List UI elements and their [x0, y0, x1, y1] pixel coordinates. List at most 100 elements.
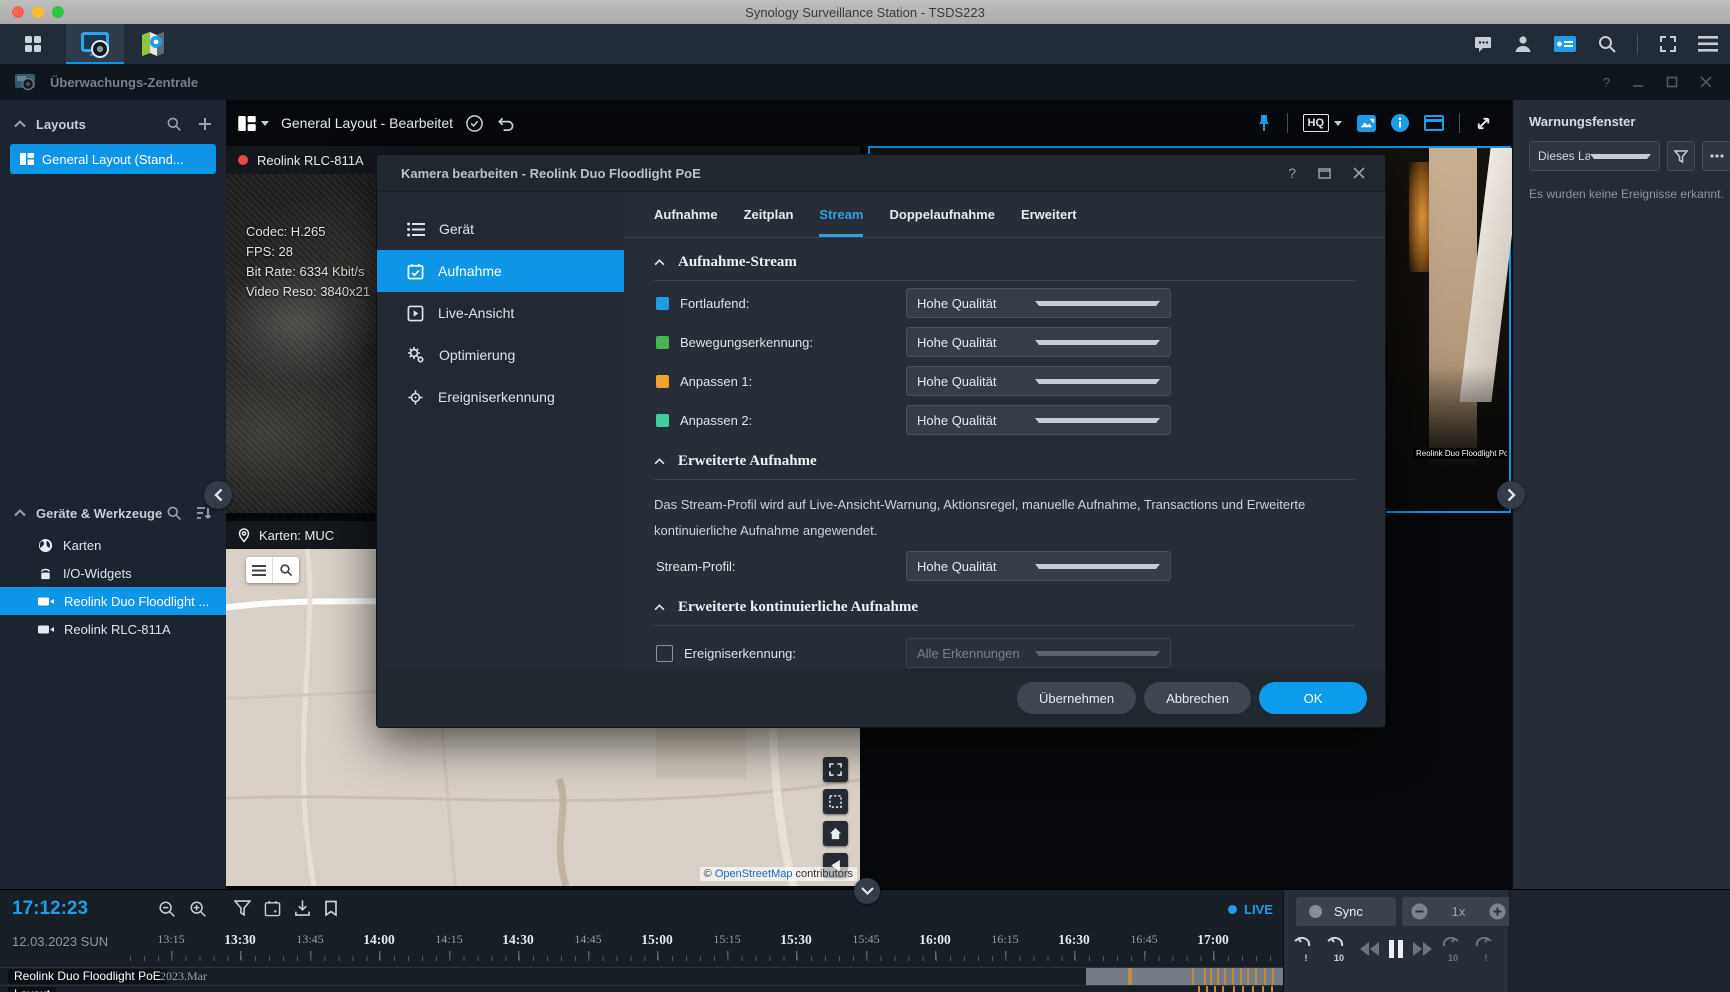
- quality-dropdown[interactable]: Hohe Qualität: [906, 366, 1171, 396]
- quality-dropdown[interactable]: Hohe Qualität: [906, 405, 1171, 435]
- quality-dropdown[interactable]: Hohe Qualität: [906, 288, 1171, 318]
- alert-scope-dropdown[interactable]: Dieses Layout: [1529, 141, 1660, 171]
- sidebar-item-reolink-duo[interactable]: Reolink Duo Floodlight ...: [0, 587, 226, 615]
- dialog-help-icon[interactable]: ?: [1288, 165, 1296, 181]
- tab-aufnahme[interactable]: Aufnahme: [654, 192, 718, 237]
- layouts-section-header[interactable]: Layouts: [0, 110, 226, 138]
- prev-event-button[interactable]: !: [1294, 936, 1318, 963]
- timeline-filter-icon[interactable]: [234, 900, 251, 918]
- hamburger-menu-icon[interactable]: [1698, 36, 1718, 52]
- tab-doppelaufnahme[interactable]: Doppelaufnahme: [889, 192, 994, 237]
- skip-back-10-button[interactable]: 10: [1327, 936, 1351, 963]
- speed-decrease-icon[interactable]: [1411, 903, 1428, 920]
- collapse-chevron-icon[interactable]: [14, 120, 26, 128]
- maps-app-tab[interactable]: [124, 24, 182, 64]
- alert-filter-button[interactable]: [1666, 141, 1696, 171]
- sync-label: Sync: [1334, 904, 1363, 919]
- dialog-menu-ereigniserkennung[interactable]: Ereigniserkennung: [377, 376, 624, 418]
- fullscreen-icon[interactable]: [1658, 34, 1678, 54]
- tab-erweitert[interactable]: Erweitert: [1021, 192, 1077, 237]
- help-icon[interactable]: ?: [1603, 75, 1610, 90]
- sidebar-item-io-widgets[interactable]: I/O-Widgets: [0, 559, 226, 587]
- save-layout-icon[interactable]: [465, 114, 484, 133]
- expand-alerts-chevron[interactable]: [1497, 481, 1525, 509]
- pause-button[interactable]: [1389, 940, 1403, 958]
- panel-layout-icon[interactable]: [1424, 115, 1444, 131]
- layout-picker-button[interactable]: [238, 115, 269, 131]
- timeline-zoom-out-icon[interactable]: [158, 900, 176, 918]
- collapse-sidebar-chevron[interactable]: [204, 481, 232, 509]
- dialog-menu-aufnahme[interactable]: Aufnahme: [377, 250, 624, 292]
- devices-section-header[interactable]: Geräte & Werkzeuge: [0, 499, 226, 527]
- apply-button[interactable]: Übernehmen: [1016, 682, 1137, 714]
- dialog-close-icon[interactable]: [1353, 167, 1365, 179]
- chevron-down-icon: [1034, 563, 1160, 569]
- search-icon[interactable]: [1597, 34, 1617, 54]
- dialog-menu-live-ansicht[interactable]: Live-Ansicht: [377, 292, 624, 334]
- devices-search-icon[interactable]: [166, 505, 182, 521]
- section-aufnahme-stream[interactable]: Aufnahme-Stream: [654, 254, 1355, 271]
- layouts-search-icon[interactable]: [166, 116, 182, 132]
- speed-increase-icon[interactable]: [1489, 903, 1506, 920]
- sidebar-item-general-layout[interactable]: General Layout (Stand...: [10, 144, 216, 174]
- info-icon[interactable]: [1391, 114, 1409, 132]
- map-select-region-button[interactable]: [823, 789, 848, 814]
- sync-toggle-button[interactable]: Sync: [1296, 897, 1396, 926]
- dialog-menu-geraet[interactable]: Gerät: [377, 208, 624, 250]
- skip-forward-10-button[interactable]: 10: [1441, 936, 1465, 963]
- minimize-icon[interactable]: [1632, 76, 1644, 88]
- layout-track[interactable]: Layout: [0, 985, 1283, 992]
- main-menu-button[interactable]: [0, 24, 66, 64]
- pin-icon[interactable]: [1256, 114, 1272, 132]
- ok-button[interactable]: OK: [1259, 682, 1367, 714]
- timeline-bookmark-icon[interactable]: [324, 900, 338, 918]
- collapse-chevron-icon[interactable]: [14, 509, 26, 517]
- user-icon[interactable]: [1513, 34, 1533, 54]
- notification-widget-icon[interactable]: [1553, 34, 1577, 54]
- section-erweiterte-aufnahme[interactable]: Erweiterte Aufnahme: [654, 453, 1355, 470]
- camera-track[interactable]: Reolink Duo Floodlight PoE 2023.Mar: [0, 967, 1283, 985]
- close-icon[interactable]: [1700, 76, 1712, 88]
- next-event-button[interactable]: !: [1474, 936, 1498, 963]
- map-fullscreen-button[interactable]: [823, 757, 848, 782]
- tab-zeitplan[interactable]: Zeitplan: [744, 192, 794, 237]
- dialog-maximize-icon[interactable]: [1318, 167, 1331, 179]
- undo-icon[interactable]: [496, 115, 515, 132]
- openstreetmap-link[interactable]: OpenStreetMap: [715, 868, 793, 880]
- collapse-timeline-chevron[interactable]: [854, 878, 880, 904]
- tab-stream[interactable]: Stream: [819, 192, 864, 237]
- maximize-icon[interactable]: [1666, 76, 1678, 88]
- chat-icon[interactable]: [1473, 34, 1493, 54]
- add-layout-icon[interactable]: [198, 117, 212, 131]
- map-layers-button[interactable]: [246, 557, 272, 583]
- snapshot-icon[interactable]: [1357, 114, 1376, 132]
- section-erweiterte-kontinuierliche-aufnahme[interactable]: Erweiterte kontinuierliche Aufnahme: [654, 599, 1355, 616]
- fast-forward-button[interactable]: [1412, 942, 1432, 956]
- dialog-titlebar[interactable]: Kamera bearbeiten - Reolink Duo Floodlig…: [377, 155, 1385, 192]
- rewind-button[interactable]: [1360, 942, 1380, 956]
- map-home-button[interactable]: [823, 821, 848, 846]
- timeline-zoom-in-icon[interactable]: [189, 900, 207, 918]
- event-detection-checkbox[interactable]: [656, 644, 673, 662]
- timeline-download-icon[interactable]: [294, 900, 311, 918]
- stream-color-swatch: [656, 296, 669, 310]
- sort-icon[interactable]: [196, 506, 212, 520]
- sidebar-item-karten[interactable]: Karten: [0, 531, 226, 559]
- recording-segment[interactable]: [1086, 968, 1283, 985]
- recording-segment[interactable]: [1086, 986, 1283, 992]
- stream-row-label: Anpassen 1:: [680, 373, 753, 389]
- timeline-ruler[interactable]: [130, 956, 1290, 961]
- stream-quality-button[interactable]: HQ: [1302, 114, 1342, 132]
- alert-more-button[interactable]: [1702, 141, 1730, 171]
- detection-type-dropdown[interactable]: Alle Erkennungen: [906, 638, 1171, 668]
- live-indicator[interactable]: LIVE: [1228, 902, 1273, 917]
- quality-dropdown[interactable]: Hohe Qualität: [906, 327, 1171, 357]
- expand-layout-icon[interactable]: [1475, 115, 1492, 132]
- map-search-button[interactable]: [273, 557, 299, 583]
- cancel-button[interactable]: Abbrechen: [1144, 682, 1251, 714]
- surveillance-station-app-tab[interactable]: [66, 24, 124, 64]
- stream-profile-dropdown[interactable]: Hohe Qualität: [906, 551, 1171, 581]
- sidebar-item-reolink-rlc[interactable]: Reolink RLC-811A: [0, 615, 226, 643]
- timeline-calendar-icon[interactable]: [264, 900, 281, 918]
- dialog-menu-optimierung[interactable]: Optimierung: [377, 334, 624, 376]
